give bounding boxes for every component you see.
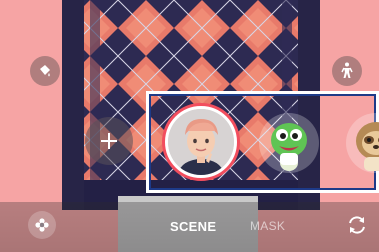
- person-walk-button[interactable]: [332, 56, 362, 86]
- ar-emoji-camera-screen: SCENE MASK: [0, 0, 379, 252]
- person-walk-icon: [341, 62, 353, 78]
- flower-icon: [35, 218, 49, 232]
- stickers-button[interactable]: [28, 211, 56, 239]
- switch-camera-button[interactable]: [343, 211, 371, 239]
- green-dinosaur-avatar-image: [271, 123, 307, 171]
- paint-bucket-button[interactable]: [30, 56, 60, 86]
- avatar-choice-green-dinosaur[interactable]: [259, 113, 319, 173]
- avatar-choice-sloth[interactable]: [346, 113, 379, 173]
- paint-bucket-icon: [40, 65, 50, 77]
- sloth-avatar-image: [356, 122, 379, 171]
- plus-icon: [101, 133, 117, 149]
- avatar-choice-my-emoji[interactable]: [162, 103, 240, 181]
- tab-mask[interactable]: MASK: [250, 219, 285, 233]
- switch-camera-icon: [349, 216, 365, 234]
- tab-scene[interactable]: SCENE: [170, 219, 216, 234]
- add-avatar-button[interactable]: [85, 117, 133, 165]
- my-emoji-avatar-image: [168, 109, 234, 175]
